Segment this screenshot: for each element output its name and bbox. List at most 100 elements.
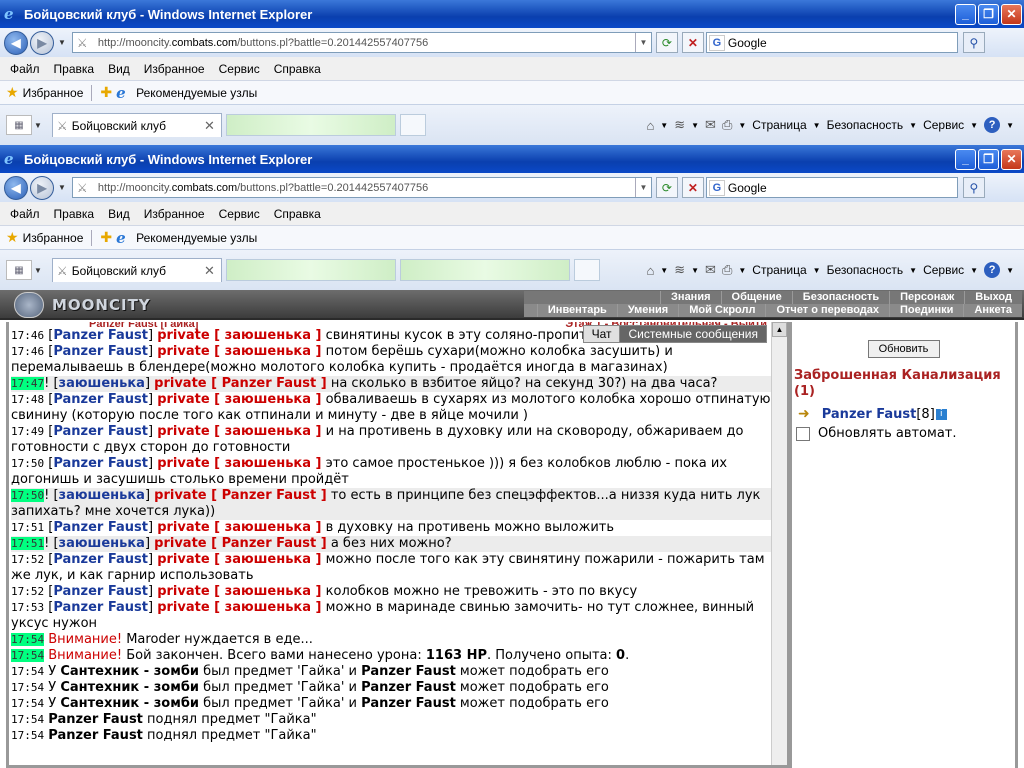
recipient-name[interactable]: Panzer Faust: [222, 376, 317, 391]
history-dropdown-icon[interactable]: ▼: [58, 38, 66, 47]
tab-list-dropdown-icon[interactable]: ▼: [34, 266, 42, 275]
tab-chat[interactable]: Чат: [582, 325, 620, 343]
search-icon[interactable]: ⚲: [962, 32, 985, 53]
timestamp[interactable]: 17:52: [11, 553, 44, 566]
recipient-name[interactable]: заюшенька: [225, 392, 311, 407]
recipient-name[interactable]: заюшенька: [225, 520, 311, 535]
tab-system-messages[interactable]: Системные сообщения: [619, 325, 767, 343]
recipient-name[interactable]: заюшенька: [225, 456, 311, 471]
sender-name[interactable]: заюшенька: [59, 376, 145, 391]
recipient-name[interactable]: Panzer Faust: [222, 536, 317, 551]
player-name[interactable]: Panzer Faust: [361, 664, 456, 679]
menu-inventory[interactable]: Инвентарь: [536, 304, 617, 317]
minimize-button[interactable]: _: [955, 3, 976, 25]
timestamp[interactable]: 17:51: [11, 521, 44, 534]
scroll-up-icon[interactable]: ▲: [772, 322, 787, 337]
close-tab-icon[interactable]: ✕: [204, 118, 215, 134]
recipient-name[interactable]: заюшенька: [225, 344, 311, 359]
tab-empty[interactable]: [225, 114, 396, 136]
menu-communication[interactable]: Общение: [720, 291, 792, 304]
sender-name[interactable]: Panzer Faust: [53, 392, 148, 407]
menu-profile[interactable]: Анкета: [963, 304, 1022, 317]
sender-name[interactable]: Panzer Faust: [53, 424, 148, 439]
timestamp[interactable]: 17:46: [11, 345, 44, 358]
menu-exit[interactable]: Выход: [964, 291, 1022, 304]
menu-character[interactable]: Персонаж: [889, 291, 964, 304]
home-icon[interactable]: ⌂: [646, 263, 654, 278]
recipient-name[interactable]: заюшенька: [225, 584, 311, 599]
feeds-icon[interactable]: ≋: [674, 262, 685, 278]
favorites-button[interactable]: Избранное: [23, 231, 84, 245]
address-bar[interactable]: ⚔ http://mooncity. combats.com/buttons.pl…: [71, 177, 652, 198]
tools-menu[interactable]: Сервис: [923, 263, 964, 277]
sender-name[interactable]: Panzer Faust: [53, 344, 148, 359]
print-icon[interactable]: ⎙: [722, 117, 732, 133]
menu-favorites[interactable]: Избранное: [144, 62, 205, 76]
chat-scrollbar[interactable]: ▲: [771, 322, 787, 765]
new-tab-button[interactable]: [399, 114, 426, 136]
tab-fight-club[interactable]: ⚔ Бойцовский клуб ✕: [51, 258, 222, 282]
menu-help[interactable]: Справка: [274, 207, 321, 221]
menu-view[interactable]: Вид: [108, 207, 130, 221]
search-icon[interactable]: ⚲: [962, 177, 985, 198]
quick-tabs-icon[interactable]: ▦: [6, 260, 32, 280]
history-dropdown-icon[interactable]: ▼: [58, 183, 66, 192]
player-name[interactable]: Panzer Faust: [48, 728, 143, 743]
player-name[interactable]: Panzer Faust: [48, 712, 143, 727]
recipient-name[interactable]: заюшенька: [225, 552, 311, 567]
address-dropdown-icon[interactable]: ▼: [634, 178, 651, 197]
forward-button[interactable]: ▶: [30, 30, 54, 55]
player-name[interactable]: Panzer Faust: [361, 696, 456, 711]
security-menu[interactable]: Безопасность: [827, 263, 904, 277]
timestamp[interactable]: 17:50: [11, 457, 44, 470]
close-tab-icon[interactable]: ✕: [204, 263, 215, 279]
arrow-icon[interactable]: ➜: [798, 406, 810, 422]
info-icon[interactable]: i: [935, 408, 947, 420]
menu-scroll[interactable]: Мой Скролл: [678, 304, 765, 317]
recipient-name[interactable]: заюшенька: [225, 600, 311, 615]
sender-name[interactable]: Panzer Faust: [53, 456, 148, 471]
close-button[interactable]: ✕: [1001, 3, 1022, 25]
tools-menu[interactable]: Сервис: [923, 118, 964, 132]
refresh-button[interactable]: Обновить: [867, 340, 940, 358]
timestamp[interactable]: 17:54: [11, 633, 45, 646]
recommended-sites-link[interactable]: Рекомендуемые узлы: [136, 86, 257, 100]
refresh-icon[interactable]: ⟳: [655, 177, 678, 198]
menu-security[interactable]: Безопасность: [791, 291, 889, 304]
forward-button[interactable]: ▶: [30, 175, 54, 200]
timestamp[interactable]: 17:48: [11, 393, 44, 406]
address-dropdown-icon[interactable]: ▼: [634, 33, 651, 52]
menu-skills[interactable]: Умения: [616, 304, 678, 317]
refresh-icon[interactable]: ⟳: [655, 32, 678, 53]
timestamp[interactable]: 17:51: [11, 537, 45, 550]
mail-icon[interactable]: ✉: [705, 117, 716, 133]
menu-edit[interactable]: Правка: [54, 62, 95, 76]
restore-button[interactable]: ❐: [978, 3, 999, 25]
menu-battles[interactable]: Поединки: [889, 304, 963, 317]
menu-help[interactable]: Справка: [274, 62, 321, 76]
feeds-icon[interactable]: ≋: [674, 117, 685, 133]
tab-fight-club[interactable]: ⚔ Бойцовский клуб ✕: [51, 113, 222, 137]
address-bar[interactable]: ⚔ http://mooncity. combats.com/buttons.pl…: [71, 32, 652, 53]
restore-button[interactable]: ❐: [978, 148, 999, 170]
search-input[interactable]: G Google: [705, 32, 958, 53]
page-menu[interactable]: Страница: [752, 263, 806, 277]
back-button[interactable]: ◀: [4, 175, 28, 200]
sender-name[interactable]: Panzer Faust: [53, 600, 148, 615]
minimize-button[interactable]: _: [955, 148, 976, 170]
mail-icon[interactable]: ✉: [705, 262, 716, 278]
timestamp[interactable]: 17:53: [11, 601, 44, 614]
sender-name[interactable]: заюшенька: [59, 536, 145, 551]
back-button[interactable]: ◀: [4, 30, 28, 55]
sender-name[interactable]: Panzer Faust: [53, 584, 148, 599]
new-tab-button[interactable]: [573, 259, 600, 281]
timestamp[interactable]: 17:49: [11, 425, 44, 438]
home-icon[interactable]: ⌂: [646, 118, 654, 133]
menu-tools[interactable]: Сервис: [219, 62, 260, 76]
sender-name[interactable]: Panzer Faust: [53, 328, 148, 343]
recipient-name[interactable]: Panzer Faust: [222, 488, 317, 503]
page-menu[interactable]: Страница: [752, 118, 806, 132]
timestamp[interactable]: 17:52: [11, 585, 44, 598]
tab-list-dropdown-icon[interactable]: ▼: [34, 121, 42, 130]
add-favorite-icon[interactable]: ✚: [100, 84, 112, 101]
